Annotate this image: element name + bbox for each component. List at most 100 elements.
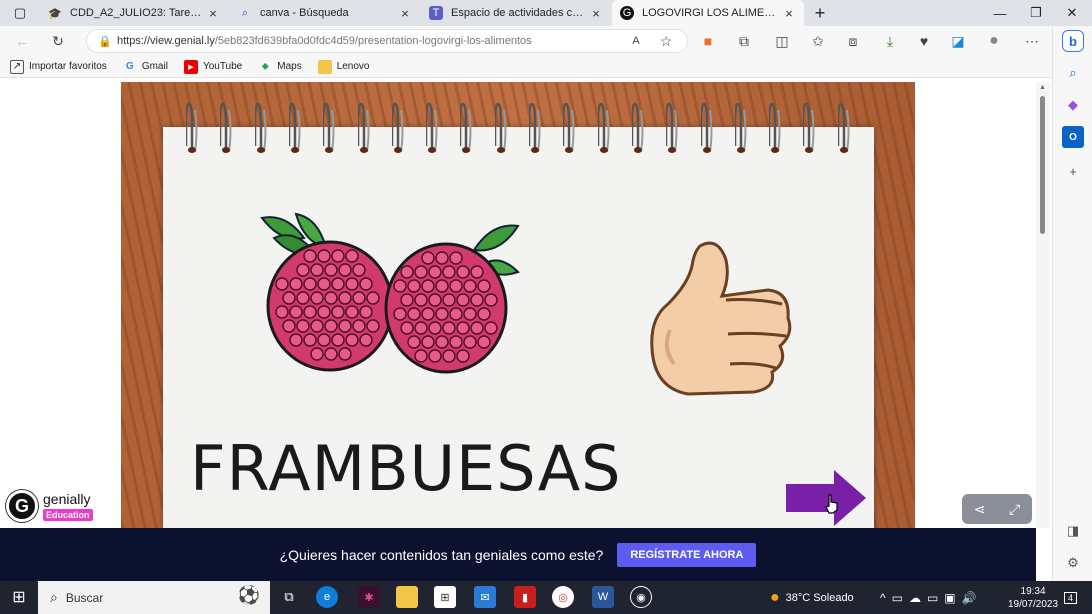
url-path: /5eb823fd639bfa0d0fdc4d59/presentation-l…	[214, 35, 532, 47]
edge-icon[interactable]: e	[316, 586, 338, 608]
fullscreen-icon[interactable]: ⤢	[1009, 501, 1020, 518]
mail-icon[interactable]: ✉	[474, 586, 496, 608]
tab-title: LOGOVIRGI LOS ALIMENTOS	[642, 7, 782, 19]
brand-name: genially	[43, 491, 91, 507]
tab-actions-icon[interactable]: ▢	[2, 0, 38, 26]
presentation-tools: ⋖ ⤢	[962, 494, 1032, 524]
vertical-scrollbar[interactable]: ▲	[1036, 82, 1050, 528]
app-icon[interactable]: ✱	[358, 586, 380, 608]
puzzle-icon[interactable]: ⧉	[734, 31, 754, 51]
genially-icon: G	[620, 6, 634, 20]
clock-date: 19/07/2023	[1008, 598, 1059, 610]
word-icon[interactable]: W	[592, 586, 614, 608]
taskbar-search[interactable]: ⌕ Buscar ⚽	[38, 581, 270, 614]
spiral-ring	[287, 102, 301, 154]
settings-gear-icon[interactable]: ⚙	[1062, 552, 1084, 574]
tab-canva[interactable]: ⌕ canva - Búsqueda ×	[230, 0, 420, 26]
store-icon[interactable]: ⊞	[434, 586, 456, 608]
split-screen-icon[interactable]: ◫	[772, 31, 792, 51]
import-favorites-label: Importar favoritos	[29, 61, 107, 72]
task-view-icon[interactable]: ⧉	[278, 586, 300, 608]
tab-logovirgi[interactable]: G LOGOVIRGI LOS ALIMENTOS ×	[612, 0, 804, 26]
tab-cdd[interactable]: 🎓 CDD_A2_JULIO23: Tarea práctica ×	[40, 0, 228, 26]
favorite-label: Lenovo	[336, 61, 370, 72]
banner-text: ¿Quieres hacer contenidos tan geniales c…	[279, 546, 604, 563]
lock-icon: 🔒	[98, 35, 112, 48]
spiral-ring	[733, 102, 747, 154]
sidebar-toggle-icon[interactable]: ◨	[1062, 520, 1084, 542]
performance-icon[interactable]: ♥	[914, 31, 934, 51]
spiral-ring	[459, 102, 472, 154]
profile-avatar-icon[interactable]: ●	[984, 31, 1004, 51]
scroll-up-icon[interactable]: ▲	[1039, 84, 1046, 91]
spiral-ring	[321, 102, 335, 154]
close-window-icon[interactable]: ✕	[1054, 0, 1090, 26]
spiral-ring	[493, 102, 507, 154]
close-icon[interactable]: ×	[398, 6, 412, 21]
new-tab-button[interactable]: +	[802, 0, 838, 26]
folder-icon	[317, 59, 332, 74]
clock[interactable]: 19:34 19/07/2023	[1008, 581, 1058, 614]
minimize-icon[interactable]: —	[982, 0, 1018, 26]
file-explorer-icon[interactable]	[396, 586, 418, 608]
more-menu-icon[interactable]: ⋯	[1022, 31, 1042, 51]
system-tray-icons[interactable]: ^▭☁▭▣🔊	[880, 581, 983, 614]
bing-chat-icon[interactable]: b	[1062, 30, 1084, 52]
education-badge: Education	[43, 509, 93, 521]
tab-espacio[interactable]: T Espacio de actividades con distin ×	[421, 0, 611, 26]
spiral-ring	[596, 102, 610, 154]
scrollbar-thumb[interactable]	[1040, 96, 1045, 234]
maps-pin-icon: ⬥	[261, 61, 269, 72]
edge-sidebar: b ⌕ ◆ O + ◨ ⚙	[1052, 26, 1092, 581]
favorites-icon[interactable]: ✩	[808, 31, 828, 51]
close-icon[interactable]: ×	[589, 6, 603, 21]
favorite-gmail[interactable]: G Gmail	[123, 60, 168, 74]
favorite-youtube[interactable]: ▶ YouTube	[183, 59, 243, 74]
spiral-ring	[424, 102, 438, 154]
tab-title: canva - Búsqueda	[260, 7, 349, 19]
spiral-ring	[802, 102, 815, 154]
url-host: https://view.genial.ly	[117, 35, 215, 47]
register-button[interactable]: REGÍSTRATE AHORA	[617, 542, 757, 567]
hand-cursor-icon	[825, 494, 838, 514]
shopping-icon[interactable]: ◆	[1062, 94, 1084, 116]
collections-icon[interactable]: ⧈	[843, 31, 863, 51]
spiral-ring	[699, 102, 713, 154]
windows-start-icon[interactable]: ⊞	[8, 586, 30, 608]
notifications-button[interactable]: 4	[1064, 581, 1078, 614]
share-icon[interactable]: ⋖	[974, 501, 986, 518]
favorite-lenovo[interactable]: Lenovo	[317, 59, 370, 74]
edge-bar-icon[interactable]: ◪	[948, 31, 968, 51]
add-icon[interactable]: +	[1062, 160, 1084, 182]
extension-icon[interactable]: ■	[698, 31, 718, 51]
close-icon[interactable]: ×	[782, 6, 796, 21]
refresh-icon[interactable]: ↻	[48, 31, 68, 51]
genially-logo[interactable]: G genially Education	[6, 490, 93, 522]
tab-title: Espacio de actividades con distin	[451, 7, 589, 19]
import-favorites[interactable]: ↗ Importar favoritos	[10, 59, 107, 74]
close-icon[interactable]: ×	[206, 6, 220, 21]
read-aloud-icon[interactable]: A	[626, 31, 646, 51]
downloads-icon[interactable]: ⤓	[880, 31, 900, 51]
restore-icon[interactable]: ❐	[1018, 0, 1054, 26]
chrome-icon[interactable]: ◎	[552, 586, 574, 608]
signup-banner: ¿Quieres hacer contenidos tan geniales c…	[0, 528, 1036, 581]
favorite-label: YouTube	[202, 61, 243, 72]
favorite-maps[interactable]: ⬥ Maps	[258, 60, 302, 74]
spiral-ring	[562, 102, 575, 154]
search-icon[interactable]: ⌕	[1062, 62, 1084, 84]
obs-icon[interactable]: ◉	[630, 586, 652, 608]
spiral-ring	[664, 102, 678, 154]
back-icon[interactable]: ←	[12, 31, 32, 51]
favorite-label: Gmail	[141, 61, 168, 72]
spiral-ring	[836, 102, 850, 154]
favorites-bar: ↗ Importar favoritos G Gmail ▶ YouTube ⬥…	[0, 56, 1052, 78]
navigation-bar: ← ↻ 🔒 https://view.genial.ly/5eb823fd639…	[0, 26, 1052, 56]
favorite-label: Maps	[277, 61, 302, 72]
address-bar[interactable]: 🔒 https://view.genial.ly/5eb823fd639bfa0…	[86, 29, 688, 53]
outlook-icon[interactable]: O	[1062, 126, 1084, 148]
raspberries-image	[260, 212, 520, 374]
red-app-icon[interactable]: ▮	[514, 586, 536, 608]
weather-widget[interactable]: ● 38°C Soleado	[770, 581, 854, 614]
favorite-star-icon[interactable]: ☆	[656, 31, 676, 51]
